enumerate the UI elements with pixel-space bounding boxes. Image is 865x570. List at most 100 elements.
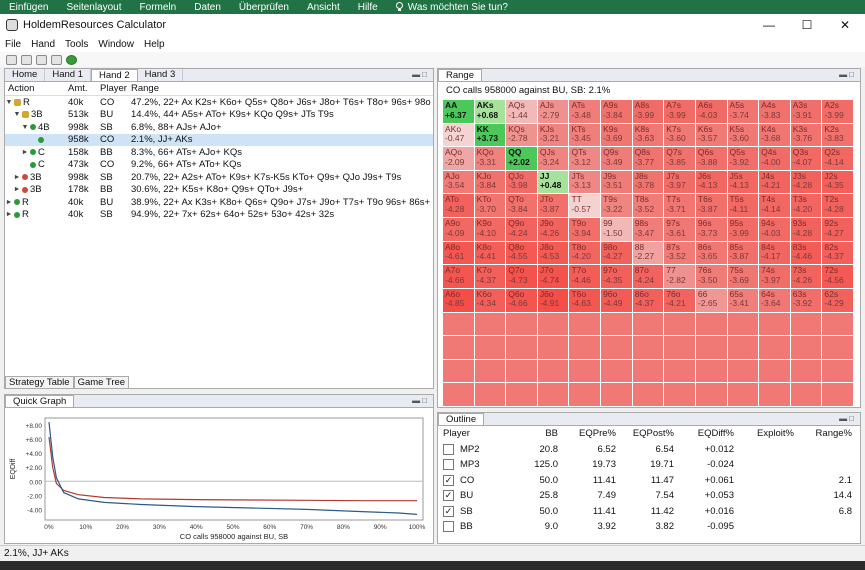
outline-row[interactable]: ✓ BU 25.8 7.49 7.54 +0.053 14.4 [438,488,860,504]
tree-row[interactable]: ► 3B 998k SB 20.7%, 22+ A2s+ ATo+ K9s+ K7… [5,171,433,184]
hand-cell[interactable]: T4s -4.14 [759,194,790,218]
tree-row[interactable]: C 473k CO 9.2%, 66+ ATs+ ATo+ KQs [5,159,433,172]
tree-row[interactable]: ► 3B 178k BB 30.6%, 22+ K5s+ K8o+ Q9s+ QT… [5,184,433,197]
hand-cell[interactable]: J4s -4.21 [759,170,790,194]
minimize-button[interactable]: — [753,14,785,36]
hand-cell[interactable]: JJ +0.48 [537,170,569,194]
tree-row[interactable]: ► R 40k SB 94.9%, 22+ 7x+ 62s+ 64o+ 52s+ … [5,209,433,222]
quick-graph-title[interactable]: Quick Graph [5,395,75,407]
save-icon[interactable] [36,54,47,65]
hand-cell[interactable]: QJs -3.24 [537,147,569,170]
ribbon-tab[interactable]: Daten [185,2,230,13]
hand-cell[interactable]: Q9o -4.24 [506,218,537,241]
hand-cell[interactable]: 74s -3.97 [759,265,790,288]
outline-row[interactable]: ✓ SB 50.0 11.41 11.42 +0.016 6.8 [438,504,860,520]
hand-cell[interactable]: A3s -3.91 [790,100,822,123]
col-amount[interactable]: Amt. [68,83,100,94]
hand-cell[interactable]: Q6s -3.88 [695,147,727,170]
hand-cell[interactable]: J8s -3.78 [632,170,664,194]
player-checkbox[interactable]: ✓ [443,490,454,502]
tab-hand-1[interactable]: Hand 1 [45,69,91,81]
hand-cell[interactable]: K6o -4.34 [474,288,506,312]
outline-title[interactable]: Outline [438,413,485,425]
hand-cell[interactable]: 62s -4.29 [822,288,853,312]
hand-cell[interactable]: K8s -3.63 [632,123,664,147]
hand-cell[interactable]: 92s -4.27 [822,218,853,241]
hand-cell[interactable]: JTo -3.87 [537,194,569,218]
hand-cell[interactable]: J8o -4.53 [537,241,569,265]
hand-cell[interactable]: J6s -4.13 [695,170,727,194]
collapse-icon[interactable]: ▼ [21,124,29,131]
hand-cell[interactable]: Q2s -4.14 [822,147,853,170]
expand-icon[interactable]: ► [21,149,29,156]
hand-cell[interactable]: Q9s -3.49 [601,147,632,170]
hand-cell[interactable]: 72s -4.56 [822,265,853,288]
hand-cell[interactable]: T2s -4.28 [822,194,853,218]
hand-cell[interactable]: 93s -4.28 [790,218,822,241]
hand-cell[interactable]: T7s -3.71 [664,194,695,218]
hand-cell[interactable]: A9o -4.09 [443,218,474,241]
hand-cell[interactable]: A8s -3.99 [632,100,664,123]
hand-cell[interactable]: J3s -4.28 [790,170,822,194]
hand-cell[interactable]: T8s -3.52 [632,194,664,218]
outline-row[interactable]: BB 9.0 3.92 3.82 -0.095 [438,519,860,535]
hand-cell[interactable]: T5s -4.11 [727,194,759,218]
hand-cell[interactable]: KJo -3.84 [474,170,506,194]
hand-cell[interactable]: Q7s -3.85 [664,147,695,170]
collapse-icon[interactable]: ▼ [5,99,13,106]
run-icon[interactable] [66,54,77,65]
hand-cell[interactable]: A7s -3.99 [664,100,695,123]
player-checkbox[interactable]: ✓ [443,505,454,517]
ribbon-tab[interactable]: Einfügen [0,2,57,13]
tell-me-box[interactable]: Was möchten Sie tun? [387,2,508,13]
hand-cell[interactable]: A2s -3.99 [822,100,853,123]
hand-cell[interactable]: J5s -4.13 [727,170,759,194]
hand-cell[interactable]: 73s -4.26 [790,265,822,288]
hand-cell[interactable]: Q7o -4.73 [506,265,537,288]
tab-hand-3[interactable]: Hand 3 [138,69,184,81]
collapse-icon[interactable]: ▼ [13,111,21,118]
col-eqdiff[interactable]: EQDiff% [674,428,734,439]
hand-cell[interactable]: Q4s -4.00 [759,147,790,170]
ribbon-tab[interactable]: Formeln [131,2,186,13]
hand-cell[interactable]: AQs -1.44 [506,100,537,123]
hand-cell[interactable]: AKo -0.47 [443,123,474,147]
hand-cell[interactable]: QJo -3.98 [506,170,537,194]
outline-row[interactable]: MP2 20.8 6.52 6.54 +0.012 [438,442,860,458]
hand-cell[interactable]: AKs +0.68 [474,100,506,123]
new-icon[interactable] [6,54,17,65]
hand-cell[interactable]: 64s -3.64 [759,288,790,312]
hand-cell[interactable]: T7o -4.46 [569,265,601,288]
col-player[interactable]: Player [100,83,131,94]
hand-cell[interactable]: A6s -4.03 [695,100,727,123]
menu-help[interactable]: Help [139,39,170,50]
hand-cell[interactable]: A5s -3.74 [727,100,759,123]
close-button[interactable]: ✕ [829,14,861,36]
menu-hand[interactable]: Hand [26,39,60,50]
player-checkbox[interactable] [443,443,454,455]
hand-cell[interactable]: J9o -4.26 [537,218,569,241]
expand-icon[interactable]: ► [5,211,13,218]
tree-row[interactable]: ▼ 4B 998k SB 6.8%, 88+ AJs+ AJo+ [5,121,433,134]
col-exploit[interactable]: Exploit% [734,428,794,439]
hand-cell[interactable]: 76o -4.21 [664,288,695,312]
expand-icon[interactable]: ► [5,199,13,206]
hand-cell[interactable]: K9o -4.10 [474,218,506,241]
hand-cell[interactable]: J2s -4.35 [822,170,853,194]
hand-cell[interactable]: 86o -4.37 [632,288,664,312]
col-eqpost[interactable]: EQPost% [616,428,674,439]
hand-cell[interactable]: 87o -4.24 [632,265,664,288]
col-range[interactable]: Range% [794,428,852,439]
hand-cell[interactable]: Q8o -4.55 [506,241,537,265]
hand-cell[interactable]: QTo -3.84 [506,194,537,218]
hand-cell[interactable]: 98s -3.47 [632,218,664,241]
hand-cell[interactable]: 85s -3.87 [727,241,759,265]
hand-cell[interactable]: 76s -3.50 [695,265,727,288]
hand-cell[interactable]: ATo -4.28 [443,194,474,218]
hand-cell[interactable]: TT -0.57 [569,194,601,218]
hand-cell[interactable]: KQs -2.78 [506,123,537,147]
hand-cell[interactable]: 75s -3.69 [727,265,759,288]
hand-cell[interactable]: KQo -3.31 [474,147,506,170]
hand-cell[interactable]: QQ +2.02 [506,147,537,170]
tree-row-selected[interactable]: 958k CO 2.1%, JJ+ AKs [5,133,433,146]
